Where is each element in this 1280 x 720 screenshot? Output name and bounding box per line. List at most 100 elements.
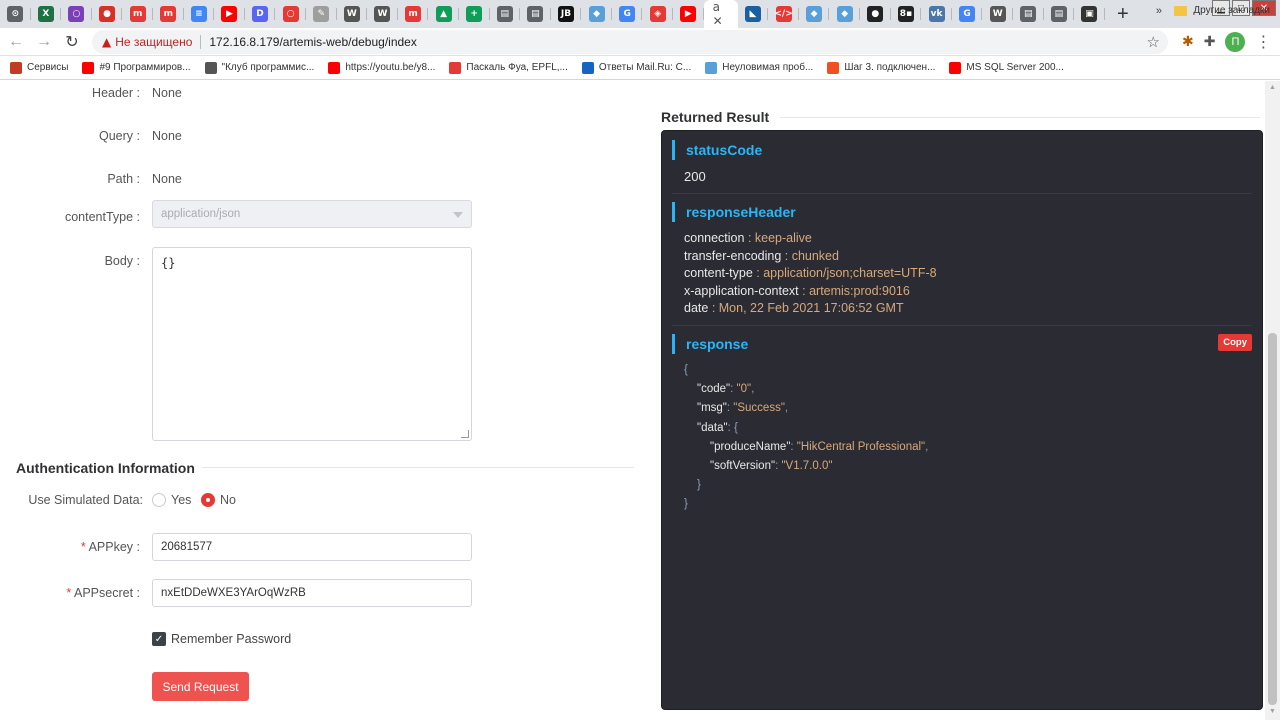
response-header-heading: responseHeader	[672, 202, 796, 222]
puzzle-icon[interactable]: ✚	[1204, 34, 1216, 50]
content-type-value: application/json	[161, 208, 241, 220]
checkmark-icon[interactable]: ✓	[152, 632, 166, 646]
bookmark-item[interactable]: #9 Программиров...	[82, 61, 191, 74]
back-button[interactable]: ←	[4, 30, 28, 54]
browser-tab[interactable]: </>	[768, 0, 799, 28]
bookmark-item[interactable]: Шаг 3. подключен...	[827, 61, 935, 74]
browser-tab[interactable]: ⊙	[0, 0, 31, 28]
menu-icon[interactable]: ⋮	[1255, 32, 1271, 51]
browser-tab[interactable]: W	[982, 0, 1013, 28]
header-value: application/json;charset=UTF-8	[763, 266, 937, 281]
radio-yes[interactable]: Yes	[152, 493, 191, 507]
tab-favicon-icon: G	[619, 6, 636, 22]
browser-tab[interactable]: ●	[860, 0, 891, 28]
result-panel: statusCode 200 responseHeader connection…	[661, 130, 1263, 710]
scrollbar-thumb[interactable]	[1268, 333, 1277, 705]
bookmark-item[interactable]: MS SQL Server 200...	[949, 61, 1064, 74]
copy-button[interactable]: Copy	[1218, 334, 1252, 351]
scroll-down-icon[interactable]: ▼	[1268, 708, 1277, 716]
bookmark-item[interactable]: https://youtu.be/y8...	[328, 61, 435, 74]
browser-tab[interactable]: 8▪	[891, 0, 922, 28]
browser-tab[interactable]: ▲	[428, 0, 459, 28]
content-type-select[interactable]: application/json	[152, 200, 472, 228]
appsecret-input[interactable]: nxEtDDeWXE3YArOqWzRB	[152, 579, 472, 607]
address-bar[interactable]: ▲ Не защищено 172.16.8.179/artemis-web/d…	[92, 29, 1168, 54]
json-key: "code"	[697, 383, 731, 396]
browser-tab[interactable]: G	[612, 0, 643, 28]
json-punct: {	[684, 364, 688, 376]
browser-tab[interactable]: ✎	[306, 0, 337, 28]
bookmarks-overflow-button[interactable]: »	[1156, 5, 1162, 17]
browser-tab[interactable]: G	[952, 0, 983, 28]
profile-avatar[interactable]: П	[1225, 31, 1246, 52]
header-value: Mon, 22 Feb 2021 17:06:52 GMT	[718, 301, 904, 316]
query-label: Query :	[99, 129, 140, 143]
browser-tab[interactable]: ▤	[520, 0, 551, 28]
resize-handle-icon[interactable]	[461, 430, 469, 438]
tab-favicon-icon: ✎	[313, 6, 330, 22]
browser-tab[interactable]: W	[337, 0, 368, 28]
browser-tab[interactable]: D	[245, 0, 276, 28]
browser-tab[interactable]: ▤	[1044, 0, 1075, 28]
browser-tab[interactable]: ≡	[184, 0, 215, 28]
browser-tab[interactable]: m	[122, 0, 153, 28]
browser-tab[interactable]: vk	[921, 0, 952, 28]
bookmark-item[interactable]: Сервисы	[10, 61, 68, 74]
browser-tab[interactable]: ○	[275, 0, 306, 28]
bookmark-item[interactable]: Неуловимая проб...	[705, 61, 813, 74]
browser-tab[interactable]: ▣	[1074, 0, 1105, 28]
bookmark-item[interactable]: Ответы Mail.Ru: С...	[581, 61, 692, 74]
bookmark-icon	[705, 61, 718, 74]
forward-button[interactable]: →	[32, 30, 56, 54]
json-line: {	[684, 364, 688, 376]
other-bookmarks[interactable]: Другие закладки	[1174, 5, 1270, 16]
path-label: Path :	[107, 172, 140, 186]
remember-password-checkbox[interactable]: ✓ Remember Password	[152, 632, 291, 646]
bookmark-label: Ответы Mail.Ru: С...	[598, 62, 692, 73]
browser-tab[interactable]: ○	[61, 0, 92, 28]
browser-tab[interactable]: ◣	[738, 0, 769, 28]
browser-tab[interactable]: JB	[551, 0, 582, 28]
tab-favicon-icon: m	[405, 6, 422, 22]
new-tab-button[interactable]: +	[1111, 2, 1135, 26]
browser-tab[interactable]: X	[31, 0, 62, 28]
browser-tab[interactable]: m	[398, 0, 429, 28]
path-value: None	[152, 172, 182, 186]
radio-yes-indicator[interactable]	[152, 493, 166, 507]
warning-icon: ▲	[102, 34, 112, 49]
browser-tab[interactable]: ▤	[1013, 0, 1044, 28]
bookmark-star-icon[interactable]: ☆	[1147, 33, 1160, 51]
browser-tab[interactable]: ●	[92, 0, 123, 28]
bookmark-item[interactable]: Паскаль Фуа, EPFL,...	[449, 61, 568, 74]
browser-tab[interactable]: ◆	[829, 0, 860, 28]
browser-tab[interactable]: W	[367, 0, 398, 28]
scroll-up-icon[interactable]: ▲	[1268, 84, 1277, 92]
browser-tab[interactable]: ▶	[214, 0, 245, 28]
security-indicator[interactable]: Не защищено	[115, 34, 202, 49]
bookmark-item[interactable]: "Клуб программис...	[204, 61, 314, 74]
browser-tab-active[interactable]: a ✕	[703, 0, 738, 28]
body-textarea[interactable]: {}	[152, 247, 472, 441]
tab-favicon-icon: JB	[557, 6, 574, 22]
radio-no-indicator[interactable]	[201, 493, 215, 507]
browser-tab[interactable]: ◆	[799, 0, 830, 28]
browser-tab[interactable]: ◈	[642, 0, 673, 28]
body-value: {}	[161, 256, 176, 270]
json-value: "0"	[736, 383, 752, 396]
url-text[interactable]: 172.16.8.179/artemis-web/debug/index	[209, 35, 416, 49]
appkey-input[interactable]: 20681577	[152, 533, 472, 561]
panel-separator	[672, 193, 1252, 194]
browser-tab[interactable]: m	[153, 0, 184, 28]
browser-tab[interactable]: ◆	[581, 0, 612, 28]
header-value: chunked	[791, 248, 839, 263]
browser-tab[interactable]: ▶	[673, 0, 704, 28]
reload-button[interactable]: ↻	[60, 30, 84, 54]
json-value: "Success"	[733, 402, 785, 415]
browser-tab[interactable]: +	[459, 0, 490, 28]
returned-result-title: Returned Result	[661, 109, 770, 125]
radio-no[interactable]: No	[201, 493, 236, 507]
appkey-label: * APPkey :	[80, 540, 140, 554]
extension-icon[interactable]: ✱	[1182, 34, 1194, 50]
send-request-button[interactable]: Send Request	[152, 672, 249, 701]
browser-tab[interactable]: ▤	[490, 0, 521, 28]
